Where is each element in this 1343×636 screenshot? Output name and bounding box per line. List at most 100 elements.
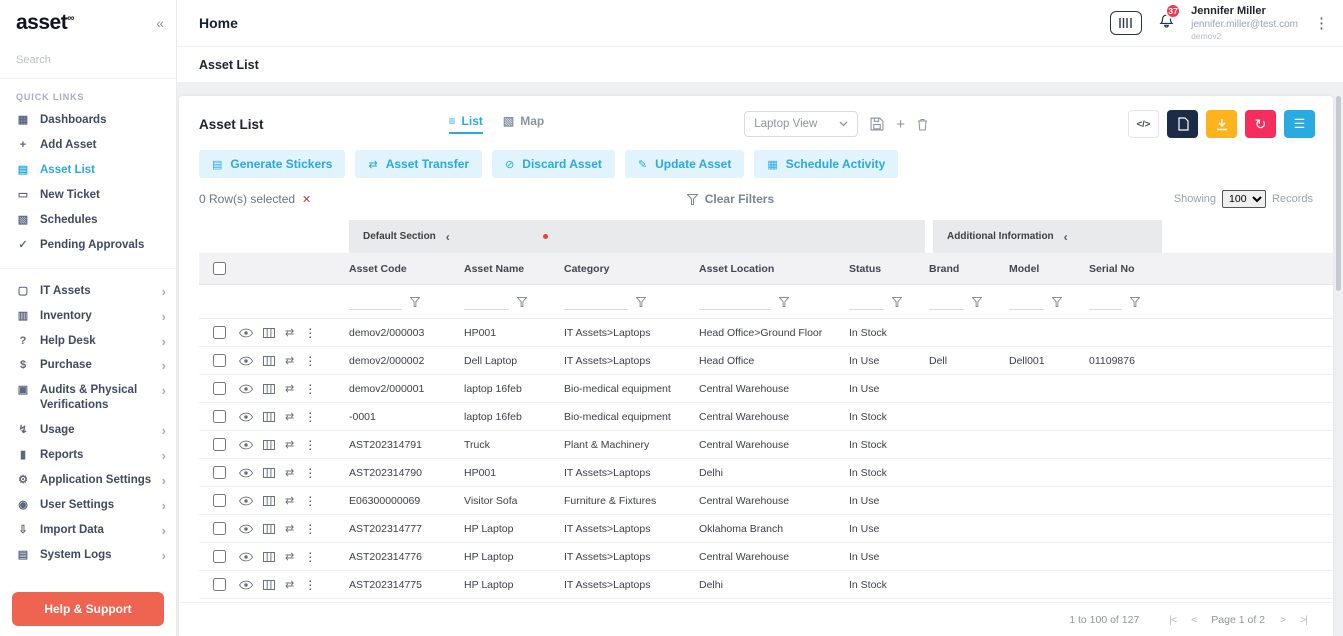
view-icon[interactable] [239,580,253,590]
add-view-icon[interactable]: + [896,116,905,133]
sidebar-item-new-ticket[interactable]: ▭ New Ticket [0,183,176,208]
filter-icon[interactable] [891,296,902,307]
details-icon[interactable] [263,439,275,450]
export-document-button[interactable] [1167,110,1198,138]
section-additional-information[interactable]: Additional Information ‹ [933,220,1162,253]
sidebar-item-purchase[interactable]: $ Purchase › [0,353,176,378]
column-header[interactable]: Category [564,263,699,275]
discard-asset-button[interactable]: ⊘ Discard Asset [492,150,615,178]
embed-code-button[interactable]: </> [1128,110,1159,138]
records-per-page-select[interactable]: 100 [1222,190,1267,208]
column-header[interactable]: Model [1009,263,1089,275]
sidebar-item-schedules[interactable]: ▧ Schedules [0,208,176,233]
row-checkbox[interactable] [212,326,226,339]
transfer-icon[interactable]: ⇄ [285,410,294,423]
table-row[interactable]: ⇄ ⋮ demov2/000002 Dell Laptop IT Assets>… [199,347,1333,375]
details-icon[interactable] [263,523,275,534]
row-menu-icon[interactable]: ⋮ [304,494,316,508]
row-menu-icon[interactable]: ⋮ [304,550,316,564]
sidebar-item-dashboards[interactable]: ▦ Dashboards [0,108,176,133]
row-checkbox[interactable] [212,550,226,563]
view-icon[interactable] [239,440,253,450]
sidebar-item-user-settings[interactable]: ◉ User Settings › [0,493,176,518]
sidebar-item-application-settings[interactable]: ⚙ Application Settings › [0,468,176,493]
filter-icon[interactable] [410,296,421,307]
row-checkbox[interactable] [212,522,226,535]
header-more-icon[interactable]: ⋮ [1314,14,1329,32]
next-page-button[interactable]: > [1280,614,1286,626]
column-filter-input[interactable] [1089,293,1122,310]
first-page-button[interactable]: |< [1169,614,1177,626]
clear-filters-button[interactable]: Clear Filters [686,192,774,206]
transfer-icon[interactable]: ⇄ [285,466,294,479]
last-page-button[interactable]: >| [1300,614,1308,626]
notifications-button[interactable]: 37 [1158,3,1182,34]
row-menu-icon[interactable]: ⋮ [304,326,316,340]
transfer-icon[interactable]: ⇄ [285,382,294,395]
column-filter-input[interactable] [1009,293,1044,310]
transfer-icon[interactable]: ⇄ [285,578,294,591]
sidebar-collapse-icon[interactable]: « [156,15,164,31]
barcode-scan-icon[interactable] [1110,11,1143,35]
filter-icon[interactable] [636,296,647,307]
row-menu-icon[interactable]: ⋮ [304,410,316,424]
table-row[interactable]: ⇄ ⋮ demov2/000003 HP001 IT Assets>Laptop… [199,319,1333,347]
details-icon[interactable] [263,411,275,422]
row-checkbox[interactable] [212,410,226,423]
row-checkbox[interactable] [212,438,226,451]
table-row[interactable]: ⇄ ⋮ AST202314775 HP Laptop IT Assets>Lap… [199,571,1333,599]
user-menu[interactable]: Jennifer Miller jennifer.miller@test.com… [1191,5,1298,40]
table-row[interactable]: ⇄ ⋮ AST202314791 Truck Plant & Machinery… [199,431,1333,459]
view-icon[interactable] [239,328,253,338]
table-row[interactable]: ⇄ ⋮ -0001 laptop 16feb Bio-medical equip… [199,403,1333,431]
refresh-button[interactable]: ↻ [1245,110,1276,138]
view-icon[interactable] [239,496,253,506]
column-filter-input[interactable] [929,293,964,310]
column-filter-input[interactable] [564,293,629,310]
row-menu-icon[interactable]: ⋮ [304,578,316,592]
transfer-icon[interactable]: ⇄ [285,438,294,451]
sidebar-item-help-desk[interactable]: ? Help Desk › [0,329,176,354]
sidebar-item-add-asset[interactable]: + Add Asset [0,133,176,158]
filter-icon[interactable] [1051,296,1062,307]
view-icon[interactable] [239,468,253,478]
column-header[interactable]: Asset Code [349,263,464,275]
schedule-activity-button[interactable]: ▦ Schedule Activity [754,150,899,178]
generate-stickers-button[interactable]: ▤ Generate Stickers [199,150,346,178]
row-checkbox[interactable] [212,494,226,507]
row-menu-icon[interactable]: ⋮ [304,522,316,536]
sidebar-item-reports[interactable]: ▮ Reports › [0,443,176,468]
table-row[interactable]: ⇄ ⋮ E06300000069 Visitor Sofa Furniture … [199,487,1333,515]
save-view-icon[interactable] [870,117,884,131]
row-checkbox[interactable] [212,466,226,479]
details-icon[interactable] [263,467,275,478]
section-collapse-icon[interactable]: ‹ [446,230,450,244]
delete-view-icon[interactable] [917,118,928,131]
details-icon[interactable] [263,355,275,366]
transfer-icon[interactable]: ⇄ [285,354,294,367]
column-filter-input[interactable] [464,293,510,310]
download-button[interactable] [1206,110,1237,138]
row-menu-icon[interactable]: ⋮ [304,438,316,452]
asset-transfer-button[interactable]: ⇄ Asset Transfer [355,150,483,178]
update-asset-button[interactable]: ✎ Update Asset [624,150,745,178]
details-icon[interactable] [263,495,275,506]
section-collapse-icon[interactable]: ‹ [1064,230,1068,244]
row-menu-icon[interactable]: ⋮ [304,466,316,480]
view-icon[interactable] [239,384,253,394]
view-icon[interactable] [239,356,253,366]
view-icon[interactable] [239,552,253,562]
filter-icon[interactable] [971,296,982,307]
table-row[interactable]: ⇄ ⋮ AST202314776 HP Laptop IT Assets>Lap… [199,543,1333,571]
row-menu-icon[interactable]: ⋮ [304,382,316,396]
filter-icon[interactable] [1129,296,1140,307]
sidebar-item-import-data[interactable]: ⇩ Import Data › [0,518,176,543]
column-header[interactable]: Asset Location [699,263,849,275]
prev-page-button[interactable]: < [1191,614,1197,626]
details-icon[interactable] [263,551,275,562]
table-row[interactable]: ⇄ ⋮ AST202314790 HP001 IT Assets>Laptops… [199,459,1333,487]
row-checkbox[interactable] [212,382,226,395]
column-header[interactable]: Serial No [1089,263,1166,275]
filter-icon[interactable] [517,296,528,307]
column-header[interactable]: Brand [929,263,1009,275]
